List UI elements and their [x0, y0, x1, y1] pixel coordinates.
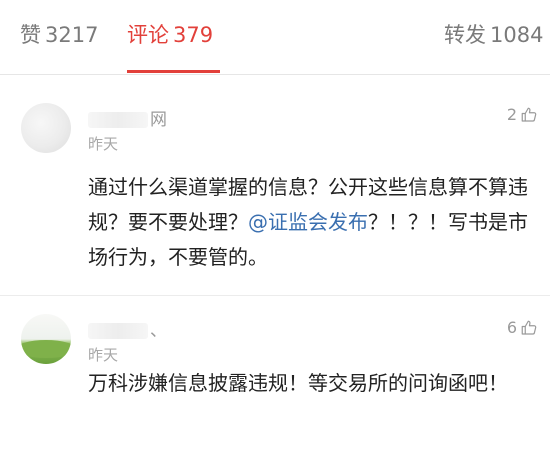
tab-likes[interactable]: 赞 3217 [20, 20, 98, 50]
username-blurred [88, 112, 148, 128]
mention-link[interactable]: @证监会发布 [248, 210, 368, 234]
tab-reposts[interactable]: 转发 1084 [444, 20, 543, 50]
comment-tabs: 赞 3217 评论 379 转发 1084 [0, 0, 550, 74]
username-text: 网 [150, 110, 167, 130]
avatar-landscape [21, 340, 71, 358]
like-count: 2 [506, 105, 517, 124]
tab-comments-count: 379 [173, 23, 214, 47]
comment-item: 、 昨天 6 万科涉嫌信息披露违规！等交易所的问询函吧！ [0, 296, 550, 450]
tab-reposts-count: 1084 [490, 23, 544, 47]
comment-text: 万科涉嫌信息披露违规！等交易所的问询函吧！ [88, 371, 508, 395]
comment-text: 通过什么渠道掌握的信息？公开这些信息算不算违规？要不要处理？@证监会发布？！？！… [88, 170, 536, 275]
username-text: 、 [150, 321, 167, 341]
username[interactable]: 网 [88, 105, 167, 130]
username[interactable]: 、 [88, 316, 167, 341]
tab-likes-count: 3217 [45, 23, 99, 47]
tab-comments-label: 评论 [127, 23, 169, 47]
username-blurred [88, 323, 148, 339]
tab-reposts-label: 转发 [444, 23, 486, 47]
like-count: 6 [506, 318, 517, 337]
like-button[interactable]: 6 [507, 318, 538, 337]
tab-comments[interactable]: 评论 379 [127, 20, 213, 50]
comment-time: 昨天 [88, 135, 119, 153]
active-tab-indicator [127, 70, 220, 73]
thumbs-up-icon [521, 107, 537, 122]
like-button[interactable]: 2 [507, 105, 538, 124]
avatar[interactable] [21, 103, 71, 153]
thumbs-up-icon [521, 320, 537, 335]
comment-item: 网 昨天 2 通过什么渠道掌握的信息？公开这些信息算不算违规？要不要处理？@证监… [0, 75, 550, 295]
tab-likes-label: 赞 [20, 23, 41, 47]
comment-time: 昨天 [88, 346, 119, 364]
avatar[interactable] [21, 314, 71, 364]
